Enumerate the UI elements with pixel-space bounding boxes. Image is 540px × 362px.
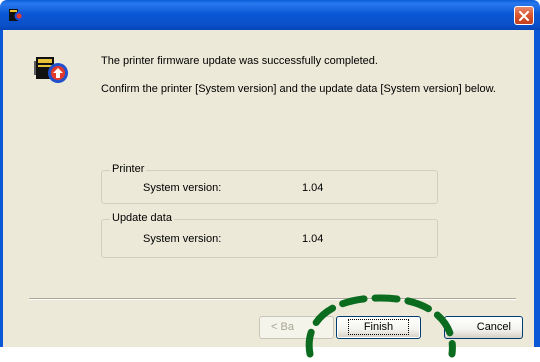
printer-firmware-icon [34, 57, 68, 83]
update-system-version-label: System version: [143, 233, 222, 245]
success-message: The printer firmware update was successf… [101, 55, 378, 67]
printer-system-version-label: System version: [143, 182, 222, 194]
finish-button[interactable]: Finish [336, 316, 421, 339]
printer-group: Printer System version: 1.04 [101, 163, 438, 204]
close-button[interactable] [514, 6, 534, 25]
cancel-button[interactable]: Cancel [444, 316, 523, 339]
update-data-group-legend: Update data [110, 212, 174, 224]
title-bar[interactable] [0, 0, 540, 30]
printer-group-legend: Printer [110, 163, 147, 175]
app-icon [9, 9, 24, 21]
back-button[interactable]: < Ba [259, 316, 334, 339]
update-data-group: Update data System version: 1.04 [101, 212, 438, 258]
close-icon [519, 11, 529, 21]
update-system-version-value: 1.04 [302, 233, 324, 245]
printer-system-version-value: 1.04 [302, 182, 324, 194]
button-separator [29, 298, 516, 300]
confirm-message: Confirm the printer [System version] and… [101, 83, 496, 95]
finish-button-label: Finish [347, 319, 410, 335]
